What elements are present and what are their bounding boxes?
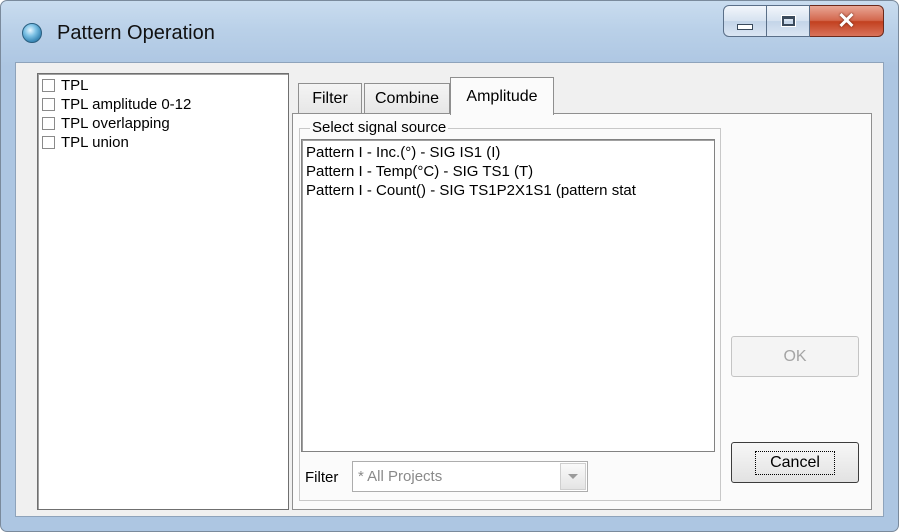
signal-source-list[interactable]: Pattern I - Inc.(°) - SIG IS1 (I) Patter… xyxy=(301,139,715,452)
maximize-icon xyxy=(780,15,796,27)
tab-combine[interactable]: Combine xyxy=(364,83,450,114)
dropdown-button[interactable] xyxy=(560,463,586,490)
dialog-client-area: TPL TPL amplitude 0-12 TPL overlapping T… xyxy=(15,62,884,517)
group-label: Select signal source xyxy=(310,119,449,136)
ok-button[interactable]: OK xyxy=(731,336,859,377)
checkbox[interactable] xyxy=(42,78,55,92)
checkbox[interactable] xyxy=(42,97,55,111)
window-title: Pattern Operation xyxy=(57,22,215,44)
title-bar[interactable]: Pattern Operation ✕ xyxy=(1,1,898,63)
list-item[interactable]: Pattern I - Temp(°C) - SIG TS1 (T) xyxy=(306,163,533,180)
operation-item-tpl-overlapping[interactable]: TPL overlapping xyxy=(42,114,170,132)
operation-item-tpl-union[interactable]: TPL union xyxy=(42,133,129,151)
filter-label: Filter xyxy=(305,469,339,486)
signal-source-group: Select signal source Pattern I - Inc.(°)… xyxy=(299,119,721,501)
minimize-icon xyxy=(737,24,753,30)
checkbox[interactable] xyxy=(42,116,55,130)
cancel-label: Cancel xyxy=(755,450,835,475)
close-button[interactable]: ✕ xyxy=(810,5,884,37)
globe-icon xyxy=(22,23,42,43)
operation-item-tpl[interactable]: TPL xyxy=(42,76,89,94)
tab-amplitude[interactable]: Amplitude xyxy=(450,77,554,115)
checkbox[interactable] xyxy=(42,135,55,149)
dialog-window: Pattern Operation ✕ TPL TPL amplitude 0-… xyxy=(0,0,899,532)
minimize-button[interactable] xyxy=(723,5,767,37)
chevron-down-icon xyxy=(568,474,578,479)
operation-label: TPL amplitude 0-12 xyxy=(61,95,192,113)
operation-label: TPL union xyxy=(61,133,129,151)
operation-item-tpl-amplitude[interactable]: TPL amplitude 0-12 xyxy=(42,95,191,113)
cancel-button[interactable]: Cancel xyxy=(731,442,859,483)
close-icon: ✕ xyxy=(837,8,856,33)
operation-label: TPL xyxy=(61,76,89,94)
list-item[interactable]: Pattern I - Count() - SIG TS1P2X1S1 (pat… xyxy=(306,182,636,199)
operation-list[interactable]: TPL TPL amplitude 0-12 TPL overlapping T… xyxy=(37,73,289,510)
tab-filter[interactable]: Filter xyxy=(298,83,362,114)
maximize-button[interactable] xyxy=(767,5,810,37)
filter-value: * All Projects xyxy=(358,468,443,485)
operation-label: TPL overlapping xyxy=(61,114,170,132)
filter-dropdown[interactable]: * All Projects xyxy=(352,461,588,492)
list-item[interactable]: Pattern I - Inc.(°) - SIG IS1 (I) xyxy=(306,144,500,161)
